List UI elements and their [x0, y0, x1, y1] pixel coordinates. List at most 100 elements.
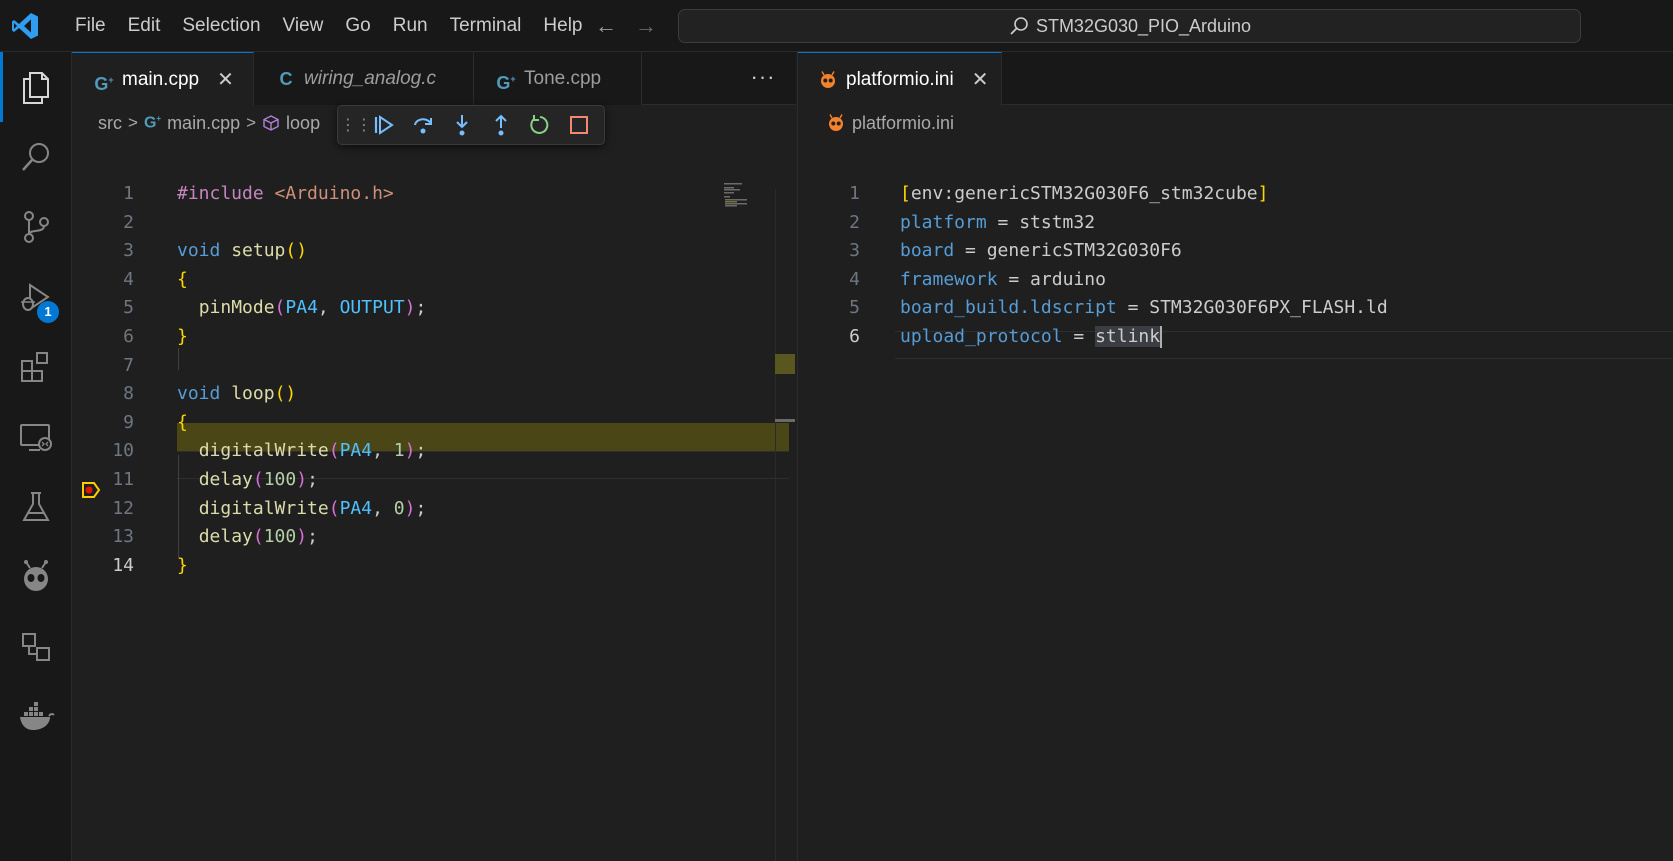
close-icon[interactable]: ✕: [972, 67, 989, 92]
code-text: board = genericSTM32G030F6: [900, 240, 1182, 262]
search-icon: [1010, 17, 1028, 35]
breadcrumb-file[interactable]: G+ main.cpp: [144, 113, 240, 134]
step-over-icon: [413, 118, 432, 134]
code-text: void setup(): [177, 240, 308, 262]
breadcrumb-folder[interactable]: src: [98, 113, 122, 134]
code-text: pinMode(PA4, OUTPUT);: [198, 297, 427, 319]
activity-bar: 1: [0, 52, 72, 861]
remote-explorer-icon[interactable]: [0, 402, 72, 472]
line-number: 9: [123, 411, 134, 433]
code-text: }: [177, 554, 188, 576]
minimap[interactable]: [722, 182, 752, 222]
code-text: [env:genericSTM32G030F6_stm32cube]: [900, 183, 1269, 204]
workspace-name: STM32G030_PIO_Arduino: [1035, 15, 1252, 36]
testing-icon[interactable]: [0, 472, 72, 542]
line-number: 13: [112, 526, 134, 548]
step-over-button[interactable]: [403, 108, 442, 142]
docker-icon[interactable]: [0, 682, 72, 752]
indent-guide: [178, 348, 179, 370]
search-icon[interactable]: [0, 122, 72, 192]
command-center-search[interactable]: STM32G030_PIO_Arduino: [678, 9, 1581, 43]
explorer-icon[interactable]: [0, 52, 72, 122]
go-back-icon[interactable]: ←: [592, 12, 620, 40]
menu-help[interactable]: Help: [532, 0, 593, 52]
more-actions-icon[interactable]: ···: [748, 64, 778, 94]
debug-badge: 1: [37, 301, 59, 323]
go-forward-icon[interactable]: →: [632, 12, 660, 40]
menu-file[interactable]: File: [64, 0, 117, 52]
editor-group-left: G+ main.cpp ✕ C wiring_analog.c G+ Tone.…: [72, 52, 796, 861]
code-text: delay(100);: [198, 469, 318, 490]
code-text: platform = ststm32: [900, 211, 1096, 233]
line-number: 6: [123, 326, 134, 347]
continue-button[interactable]: [364, 108, 403, 142]
line-number: 3: [849, 240, 860, 262]
chevron-right-icon: >: [246, 113, 257, 132]
chevron-right-icon: >: [128, 113, 138, 132]
tab-platformio-ini[interactable]: platformio.ini ✕: [798, 52, 1002, 106]
breadcrumb-symbol[interactable]: loop: [262, 113, 320, 134]
scrollbar-debug-marker: [775, 354, 795, 374]
code-text: upload_protocol = stlink: [900, 326, 1163, 348]
code-text: #include <Arduino.h>: [177, 183, 394, 204]
vscode-logo-icon[interactable]: [10, 11, 40, 41]
menu-terminal[interactable]: Terminal: [439, 0, 533, 52]
platformio-icon: [829, 114, 843, 131]
project-manager-icon[interactable]: [0, 612, 72, 682]
tab-tone-cpp[interactable]: G+ Tone.cpp: [474, 52, 642, 105]
code-text: digitalWrite(PA4, 0);: [198, 497, 427, 519]
close-icon[interactable]: ✕: [217, 67, 234, 92]
tab-bar-right: platformio.ini ✕: [798, 52, 1673, 106]
code-text: }: [177, 326, 188, 347]
menu-go[interactable]: Go: [334, 0, 381, 52]
code-text: delay(100);: [198, 526, 318, 548]
tab-main-cpp[interactable]: G+ main.cpp ✕: [72, 52, 254, 106]
line-number: 1: [849, 183, 860, 204]
debug-toolbar: ⋮⋮: [337, 105, 605, 145]
tab-label: main.cpp: [122, 68, 200, 90]
c-icon: C: [279, 68, 293, 89]
stop-button[interactable]: [559, 108, 598, 142]
breadcrumb-file-label: platformio.ini: [852, 112, 955, 133]
run-debug-icon[interactable]: 1: [0, 262, 72, 332]
navigation-arrows: ← →: [592, 12, 660, 40]
line-number: 8: [123, 383, 134, 405]
debug-breakpoint-paused-icon[interactable]: [80, 479, 102, 501]
tab-bar-left: G+ main.cpp ✕ C wiring_analog.c G+ Tone.…: [72, 52, 796, 106]
menu-view[interactable]: View: [272, 0, 335, 52]
step-out-button[interactable]: [481, 108, 520, 142]
restart-button[interactable]: [520, 108, 559, 142]
platformio-icon: [821, 70, 835, 88]
platformio-icon[interactable]: [0, 542, 72, 612]
menu-edit[interactable]: Edit: [117, 0, 172, 52]
source-control-icon[interactable]: [0, 192, 72, 262]
drag-handle-icon[interactable]: ⋮⋮: [340, 108, 372, 142]
line-number: 5: [849, 297, 860, 319]
line-number: 14: [112, 554, 134, 576]
line-number: 4: [123, 268, 134, 290]
line-number: 4: [849, 268, 860, 290]
breadcrumb-file-label: main.cpp: [167, 112, 241, 133]
cpp-icon: G+: [94, 73, 114, 94]
line-number: 7: [123, 354, 134, 376]
code-text: framework = arduino: [900, 268, 1106, 290]
line-number: 2: [849, 211, 860, 233]
menu-bar: File Edit Selection View Go Run Terminal Help: [64, 0, 594, 52]
line-number: 10: [112, 440, 134, 462]
tab-label: wiring_analog.c: [304, 67, 437, 89]
tab-wiring-analog-c[interactable]: C wiring_analog.c: [254, 52, 474, 105]
extensions-icon[interactable]: [0, 332, 72, 402]
breadcrumb-folder-label: src: [98, 112, 122, 133]
step-into-button[interactable]: [442, 108, 481, 142]
line-number: 6: [849, 326, 860, 347]
menu-selection[interactable]: Selection: [171, 0, 271, 52]
breadcrumb: src > G+ main.cpp > loop: [98, 105, 320, 141]
method-cube-icon: [263, 115, 279, 131]
breadcrumb-symbol-label: loop: [286, 112, 321, 133]
vertical-scrollbar[interactable]: [775, 189, 795, 861]
restart-icon: [529, 115, 548, 134]
menu-run[interactable]: Run: [382, 0, 439, 52]
line-number: 5: [123, 297, 134, 319]
code-text: {: [177, 411, 188, 433]
breadcrumb-file[interactable]: platformio.ini: [826, 113, 954, 134]
